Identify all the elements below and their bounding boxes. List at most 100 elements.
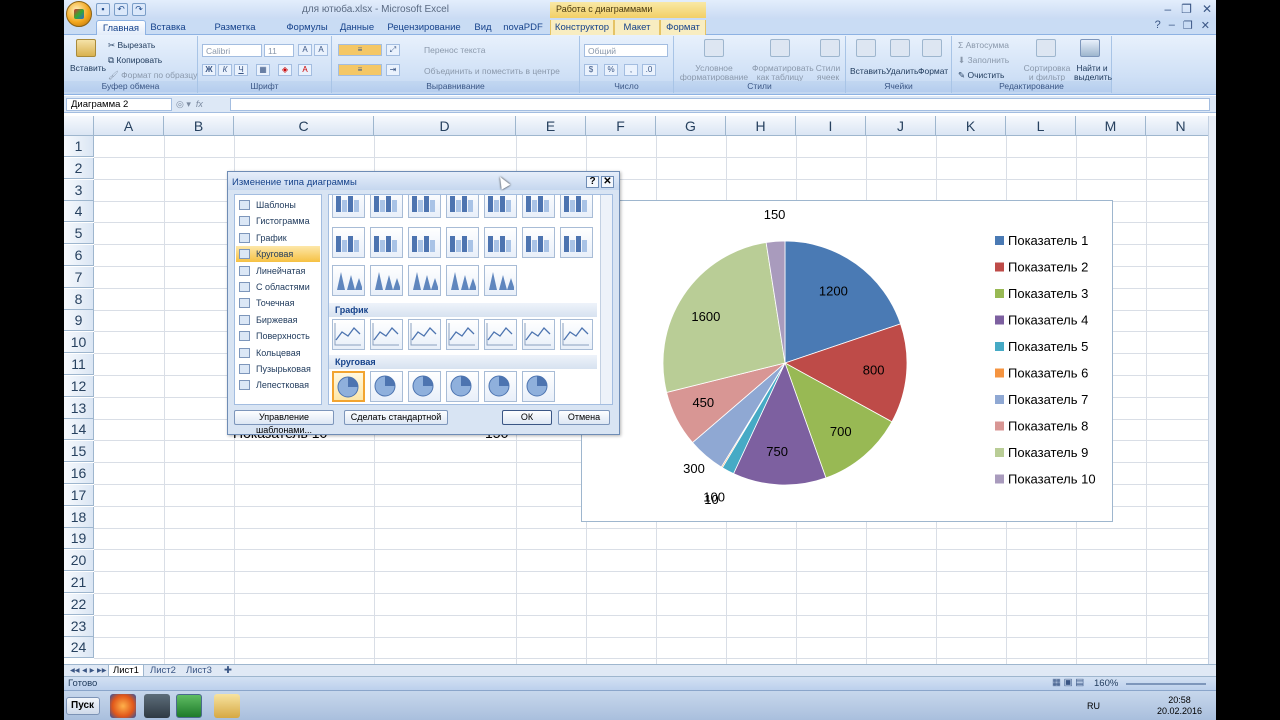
tab-page-layout[interactable]: Разметка страницы bbox=[194, 20, 276, 44]
tab-layout[interactable]: Макет bbox=[614, 20, 660, 35]
column-subtype-icon[interactable] bbox=[446, 195, 479, 218]
minimize-button[interactable]: – bbox=[1164, 2, 1171, 16]
system-clock[interactable]: 20:58 20.02.2016 bbox=[1157, 695, 1202, 717]
format-as-table-button[interactable]: Форматировать как таблицу bbox=[752, 64, 814, 82]
column-header-k[interactable]: K bbox=[936, 116, 1006, 136]
format-painter-button[interactable]: 🖌 Формат по образцу bbox=[108, 70, 197, 81]
row-header-18[interactable]: 18 bbox=[64, 506, 94, 528]
line-subtype-icon[interactable] bbox=[332, 319, 365, 350]
cone-subtype-icon[interactable] bbox=[332, 265, 365, 296]
column-subtype-icon[interactable] bbox=[484, 195, 517, 218]
zoom-slider[interactable] bbox=[1126, 683, 1206, 685]
chart-category-item[interactable]: Круговая bbox=[236, 246, 320, 263]
row-header-15[interactable]: 15 bbox=[64, 441, 94, 463]
find-select-icon[interactable] bbox=[1080, 39, 1100, 57]
currency-icon[interactable]: $ bbox=[584, 64, 598, 76]
format-cells-icon[interactable] bbox=[922, 39, 942, 57]
start-button[interactable]: Пуск bbox=[66, 697, 100, 715]
folder-icon[interactable] bbox=[214, 694, 240, 718]
row-header-24[interactable]: 24 bbox=[64, 637, 94, 659]
column-header-c[interactable]: C bbox=[234, 116, 374, 136]
dialog-title-bar[interactable]: Изменение типа диаграммы ? ✕ bbox=[228, 172, 619, 190]
line-subtype-icon[interactable] bbox=[408, 319, 441, 350]
tab-home[interactable]: Главная bbox=[96, 20, 146, 35]
cone-subtype-icon[interactable] bbox=[370, 265, 403, 296]
chart-category-item[interactable]: Гистограмма bbox=[236, 213, 320, 229]
conditional-format-icon[interactable] bbox=[704, 39, 724, 57]
row-header-12[interactable]: 12 bbox=[64, 375, 94, 397]
align-top-icon[interactable]: ≡ bbox=[338, 44, 382, 56]
close-button[interactable]: ✕ bbox=[1202, 2, 1212, 16]
tab-review[interactable]: Рецензирование bbox=[384, 20, 464, 35]
column-subtype-icon[interactable] bbox=[332, 227, 365, 258]
row-header-21[interactable]: 21 bbox=[64, 572, 94, 593]
chart-category-item[interactable]: Шаблоны bbox=[236, 197, 320, 213]
column-subtype-icon[interactable] bbox=[560, 195, 593, 218]
chart-category-item[interactable]: Биржевая bbox=[236, 312, 320, 328]
close-workbook-icon[interactable]: ✕ bbox=[1201, 19, 1210, 32]
undo-icon[interactable]: ↶ bbox=[114, 3, 128, 16]
paste-icon[interactable] bbox=[76, 39, 96, 57]
format-cells-button[interactable]: Формат bbox=[918, 66, 948, 76]
tab-design[interactable]: Конструктор bbox=[550, 20, 614, 35]
copy-button[interactable]: ⧉ Копировать bbox=[108, 55, 162, 66]
bold-button[interactable]: Ж bbox=[202, 64, 216, 76]
column-header-n[interactable]: N bbox=[1146, 116, 1216, 136]
name-box[interactable]: Диаграмма 2 bbox=[66, 98, 172, 111]
dialog-help-button[interactable]: ? bbox=[586, 176, 599, 188]
column-subtype-icon[interactable] bbox=[408, 227, 441, 258]
office-button[interactable] bbox=[66, 1, 92, 27]
column-header-h[interactable]: H bbox=[726, 116, 796, 136]
row-header-23[interactable]: 23 bbox=[64, 615, 94, 637]
format-table-icon[interactable] bbox=[770, 39, 790, 57]
column-header-m[interactable]: M bbox=[1076, 116, 1146, 136]
font-size-field[interactable]: 11 bbox=[264, 44, 294, 57]
view-buttons[interactable]: ▦ ▣ ▤ bbox=[1052, 677, 1084, 688]
chart-category-item[interactable]: Точечная bbox=[236, 295, 320, 311]
row-header-10[interactable]: 10 bbox=[64, 332, 94, 354]
cone-subtype-icon[interactable] bbox=[408, 265, 441, 296]
tab-format[interactable]: Формат bbox=[660, 20, 706, 35]
row-header-16[interactable]: 16 bbox=[64, 463, 94, 484]
orientation-icon[interactable]: ⤢ bbox=[386, 44, 400, 56]
merge-center-button[interactable]: Объединить и поместить в центре bbox=[424, 66, 560, 76]
sort-filter-button[interactable]: Сортировка и фильтр bbox=[1022, 64, 1072, 82]
increase-decimal-icon[interactable]: .0 bbox=[642, 64, 656, 76]
excel-taskbar-icon[interactable] bbox=[176, 694, 202, 718]
row-header-5[interactable]: 5 bbox=[64, 223, 94, 245]
column-subtype-icon[interactable] bbox=[408, 195, 441, 218]
column-subtype-icon[interactable] bbox=[522, 227, 555, 258]
chart-category-item[interactable]: С областями bbox=[236, 279, 320, 295]
column-subtype-icon[interactable] bbox=[522, 195, 555, 218]
row-header-13[interactable]: 13 bbox=[64, 397, 94, 419]
delete-cells-icon[interactable] bbox=[890, 39, 910, 57]
pie-subtype-icon[interactable] bbox=[446, 371, 479, 402]
dialog-close-button[interactable]: ✕ bbox=[601, 176, 614, 188]
line-subtype-icon[interactable] bbox=[560, 319, 593, 350]
row-header-6[interactable]: 6 bbox=[64, 245, 94, 266]
chart-category-item[interactable]: Лепестковая bbox=[236, 377, 320, 393]
chart-category-item[interactable]: Пузырьковая bbox=[236, 361, 320, 377]
tab-formulas[interactable]: Формулы bbox=[282, 20, 332, 35]
italic-button[interactable]: К bbox=[218, 64, 232, 76]
column-header-d[interactable]: D bbox=[374, 116, 516, 136]
row-header-14[interactable]: 14 bbox=[64, 419, 94, 441]
cut-button[interactable]: ✂ Вырезать bbox=[108, 40, 155, 51]
row-header-9[interactable]: 9 bbox=[64, 310, 94, 332]
firefox-icon[interactable] bbox=[110, 694, 136, 718]
line-subtype-icon[interactable] bbox=[484, 319, 517, 350]
insert-cells-button[interactable]: Вставить bbox=[850, 66, 886, 76]
chart-category-item[interactable]: Поверхность bbox=[236, 328, 320, 344]
fill-button[interactable]: ⬇ Заполнить bbox=[958, 55, 1009, 66]
borders-icon[interactable]: ▦ bbox=[256, 64, 270, 76]
redo-icon[interactable]: ↷ bbox=[132, 3, 146, 16]
cell-styles-icon[interactable] bbox=[820, 39, 840, 57]
pie-chart-object[interactable]: 1200 800 700 750 100 10 300 450 1600 150 Показател… bbox=[581, 200, 1113, 522]
gallery-scrollbar[interactable] bbox=[600, 195, 612, 404]
column-header-e[interactable]: E bbox=[516, 116, 586, 136]
sort-filter-icon[interactable] bbox=[1036, 39, 1056, 57]
indent-icon[interactable]: ⇥ bbox=[386, 64, 400, 76]
line-subtype-icon[interactable] bbox=[370, 319, 403, 350]
pie-subtype-icon[interactable] bbox=[522, 371, 555, 402]
wrap-text-button[interactable]: Перенос текста bbox=[424, 45, 485, 55]
